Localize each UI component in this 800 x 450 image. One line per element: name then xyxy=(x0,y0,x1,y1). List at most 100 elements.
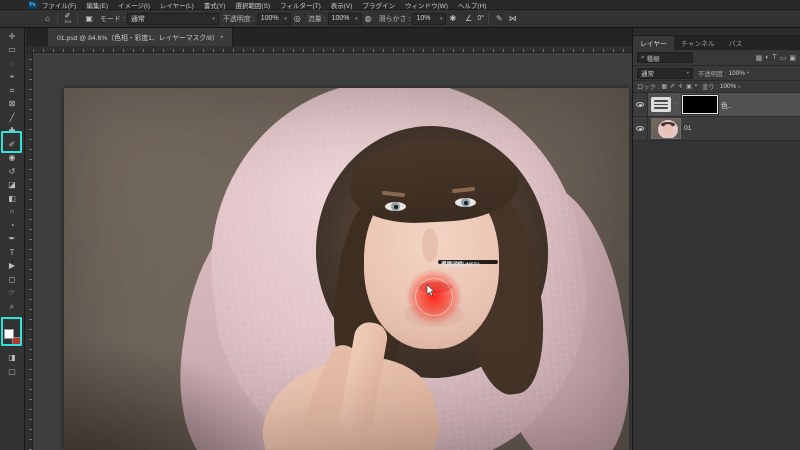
layer-visibility-toggle[interactable] xyxy=(633,117,648,140)
lock-artboard-icon[interactable]: ▣ xyxy=(686,83,692,90)
menu-edit[interactable]: 編集(E) xyxy=(81,0,113,10)
layer-mask-thumbnail[interactable] xyxy=(682,95,718,114)
pixel-layer-filter-icon[interactable]: ▦ xyxy=(756,54,763,62)
layer-visibility-toggle[interactable] xyxy=(633,93,648,116)
brush-preset-picker[interactable]: ✐ 154 xyxy=(62,13,74,25)
mouse-cursor-icon xyxy=(426,284,435,297)
eye-icon xyxy=(636,102,644,107)
frame-tool-button[interactable]: ⊠ xyxy=(0,98,24,112)
dodge-tool-button[interactable]: ◔ xyxy=(0,219,24,233)
opacity-dropdown[interactable]: 100% ▾ xyxy=(257,13,291,25)
lock-row: ロック : ▦ ✐ ✛ ▣ ▪ 塗り : 100% ▾ xyxy=(633,81,800,93)
divider xyxy=(77,13,78,25)
menu-layer[interactable]: レイヤー(L) xyxy=(155,0,199,10)
layer-opacity-value[interactable]: 100% xyxy=(729,70,745,77)
photo-canvas[interactable]: 直径 :154 px 硬さ :0% 不透明度 :100% xyxy=(64,88,629,450)
filter-type-label: 種類 xyxy=(647,53,660,63)
menu-view[interactable]: 表示(V) xyxy=(326,0,358,10)
fill-value[interactable]: 100% xyxy=(720,83,736,90)
foreground-color-swatch[interactable] xyxy=(4,329,14,339)
zoom-tool-button[interactable]: ⌕ xyxy=(0,300,24,314)
flow-dropdown[interactable]: 100% ▾ xyxy=(328,13,362,25)
vertical-ruler xyxy=(26,53,33,450)
ruler-corner xyxy=(26,46,33,53)
chevron-down-icon: ▾ xyxy=(355,16,358,22)
crop-tool-button[interactable]: ⌗ xyxy=(0,84,24,98)
menu-select[interactable]: 選択範囲(S) xyxy=(230,0,275,10)
layer-blend-mode-dropdown[interactable]: 通常 ▾ xyxy=(637,68,693,79)
blend-mode-row: 通常 ▾ 不透明度 : 100% ▾ xyxy=(633,66,800,81)
layer-blend-mode-value: 通常 xyxy=(641,68,654,78)
pressure-opacity-icon[interactable]: ◎ xyxy=(291,11,304,27)
eye-icon xyxy=(636,126,644,131)
adjustment-layer-thumbnail[interactable] xyxy=(651,97,671,112)
pressure-size-icon[interactable]: ✎ xyxy=(493,11,506,27)
document-tab-bar: 01.psd @ 84.6%（色相・彩度1、レイヤーマスク/8） * xyxy=(26,28,632,46)
lock-position-icon[interactable]: ✛ xyxy=(678,83,683,90)
lock-all-icon[interactable]: ▪ xyxy=(695,83,697,90)
tab-channels[interactable]: チャンネル xyxy=(674,36,722,50)
move-tool-button[interactable]: ✛ xyxy=(0,30,24,44)
photoshop-logo-icon[interactable]: Ps xyxy=(28,1,37,9)
menu-file[interactable]: ファイル(F) xyxy=(37,0,81,10)
menu-type[interactable]: 書式(Y) xyxy=(199,0,231,10)
tab-layers[interactable]: レイヤー xyxy=(633,36,674,50)
divider xyxy=(57,13,58,25)
tooltip-opacity-label: 不透明度 : xyxy=(441,262,466,269)
screen-mode-button[interactable]: ▢ xyxy=(0,365,24,379)
smoothing-value: 10% xyxy=(416,15,430,22)
eyedropper-tool-button[interactable]: ╱ xyxy=(0,111,24,125)
airbrush-icon[interactable]: ◍ xyxy=(362,11,375,27)
layer-name[interactable]: 01 xyxy=(684,125,692,132)
eraser-tool-button[interactable]: ◪ xyxy=(0,179,24,193)
mask-link-icon[interactable]: ∷ xyxy=(674,102,679,108)
paint-symmetry-icon[interactable]: ⋈ xyxy=(506,11,520,27)
menu-filter[interactable]: フィルター(T) xyxy=(275,0,326,10)
brush-tool-button[interactable]: ✐ xyxy=(0,138,24,152)
type-tool-button[interactable]: T xyxy=(0,246,24,260)
gradient-tool-button[interactable]: ◧ xyxy=(0,192,24,206)
hand-tool-button[interactable]: ☞ xyxy=(0,287,24,301)
layer-search-dropdown[interactable]: ⌕ 種類 xyxy=(637,52,693,63)
layer-row-hue-saturation[interactable]: ∷ 色.. xyxy=(633,93,800,117)
lock-transparent-icon[interactable]: ▦ xyxy=(661,83,667,90)
image-layer-thumbnail[interactable] xyxy=(651,118,681,139)
layer-name[interactable]: 色.. xyxy=(721,100,732,110)
brush-angle-value[interactable]: 0° xyxy=(477,15,484,22)
divider xyxy=(488,13,489,25)
tab-paths[interactable]: パス xyxy=(722,36,750,50)
lasso-tool-button[interactable]: ◌ xyxy=(0,57,24,71)
menu-image[interactable]: イメージ(I) xyxy=(113,0,155,10)
shape-tool-button[interactable]: ◻ xyxy=(0,273,24,287)
quick-mask-button[interactable]: ◨ xyxy=(0,352,24,366)
history-brush-tool-button[interactable]: ↺ xyxy=(0,165,24,179)
blend-mode-value: 通常 xyxy=(131,14,145,24)
lock-pixels-icon[interactable]: ✐ xyxy=(670,83,675,90)
pen-tool-button[interactable]: ✒ xyxy=(0,233,24,247)
marquee-tool-button[interactable]: ▭ xyxy=(0,44,24,58)
healing-brush-tool-button[interactable]: ✚ xyxy=(0,125,24,139)
layer-row-image[interactable]: 01 xyxy=(633,117,800,141)
object-selection-tool-button[interactable]: ⌖ xyxy=(0,71,24,85)
clone-stamp-tool-button[interactable]: ◉ xyxy=(0,152,24,166)
menu-help[interactable]: ヘルプ(H) xyxy=(453,0,492,10)
menu-window[interactable]: ウィンドウ(W) xyxy=(400,0,453,10)
adjustment-layer-filter-icon[interactable]: ◐ xyxy=(765,54,769,62)
search-icon: ⌕ xyxy=(641,54,645,62)
color-swatches[interactable] xyxy=(4,329,21,346)
brush-settings-panel-toggle-icon[interactable]: ▣ xyxy=(82,11,96,27)
home-icon[interactable]: ⌂ xyxy=(42,11,53,27)
smoothing-options-gear-icon[interactable]: ✱ xyxy=(446,11,459,27)
blur-tool-button[interactable]: ○ xyxy=(0,206,24,220)
document-tab[interactable]: 01.psd @ 84.6%（色相・彩度1、レイヤーマスク/8） * xyxy=(48,28,233,46)
opacity-value: 100% xyxy=(261,15,279,22)
shape-layer-filter-icon[interactable]: ▭ xyxy=(780,54,787,62)
edit-toolbar-icon[interactable]: ⋯ xyxy=(0,314,24,325)
path-selection-tool-button[interactable]: ▶ xyxy=(0,260,24,274)
menu-plugins[interactable]: プラグイン xyxy=(357,0,400,10)
smart-object-filter-icon[interactable]: ▣ xyxy=(789,54,796,62)
tools-panel: ✛ ▭ ◌ ⌖ ⌗ ⊠ ╱ ✚ ✐ ◉ ↺ ◪ ◧ ○ ◔ ✒ T ▶ ◻ ☞ … xyxy=(0,28,25,450)
blend-mode-dropdown[interactable]: 通常 ▾ xyxy=(127,13,219,25)
smoothing-dropdown[interactable]: 10% ▾ xyxy=(412,13,446,25)
type-layer-filter-icon[interactable]: T xyxy=(772,54,776,62)
